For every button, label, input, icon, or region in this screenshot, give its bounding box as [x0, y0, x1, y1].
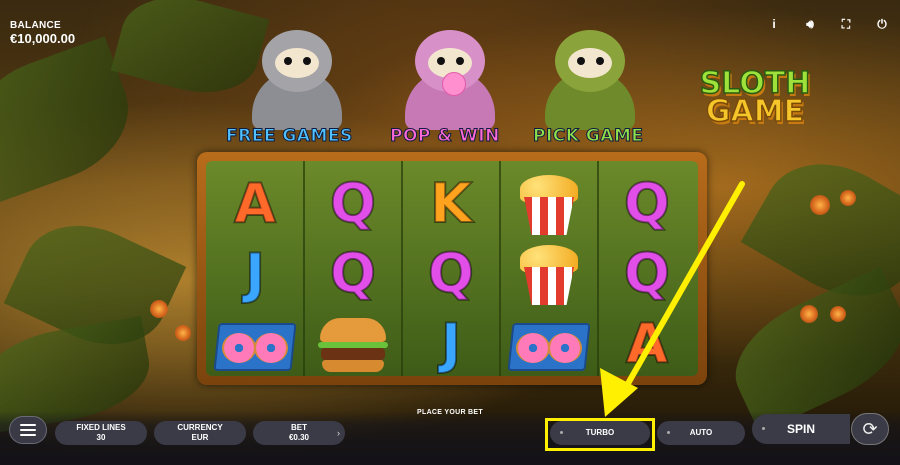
arrow-shaft	[619, 181, 745, 397]
annotation-arrow	[600, 181, 745, 417]
